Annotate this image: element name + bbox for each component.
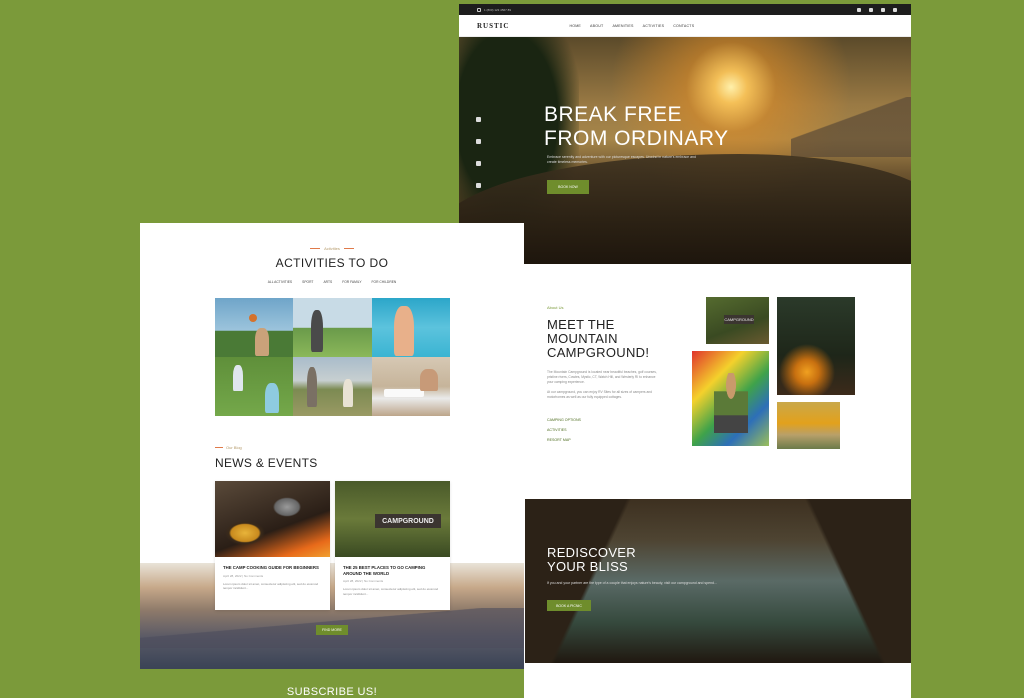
phone-icon — [477, 7, 481, 12]
facebook-icon[interactable] — [857, 7, 861, 12]
facebook-icon[interactable] — [476, 117, 481, 122]
campground-sign: CAMPGROUND — [724, 315, 754, 324]
twitter-icon[interactable] — [476, 139, 481, 144]
gallery-item-hiking[interactable] — [293, 298, 372, 357]
hero-text: Embrace serenity and adventure with our … — [547, 155, 696, 164]
youtube-icon[interactable] — [476, 183, 481, 188]
instagram-icon[interactable] — [476, 161, 481, 166]
instagram-icon[interactable] — [881, 7, 885, 12]
blog-card[interactable]: CAMPGROUND THE 25 BEST PLACES TO GO CAMP… — [335, 481, 450, 610]
nav-contacts[interactable]: CONTACTS — [673, 24, 694, 28]
activity-filters: ALL ACTIVITIES SPORT ARTS FOR FAMILY FOR… — [140, 280, 524, 284]
activities-gallery — [215, 298, 450, 416]
activities-eyebrow-text: Activities — [324, 246, 340, 251]
about-text: The Mountain Campground is located near … — [547, 370, 662, 400]
girl-figure — [265, 383, 279, 413]
child-figure — [233, 365, 243, 391]
blog-card-title[interactable]: THE 25 BEST PLACES TO GO CAMPING AROUND … — [343, 565, 442, 576]
player-figure — [343, 379, 354, 407]
twitter-icon[interactable] — [869, 7, 873, 12]
gallery-item-swimming[interactable] — [371, 298, 450, 357]
guitar-camper-photo — [692, 351, 769, 446]
bliss-section: REDISCOVER YOUR BLISS If you and your pa… — [525, 499, 911, 663]
blog-title: NEWS & EVENTS — [215, 456, 318, 470]
camp-cooking-image — [215, 481, 330, 557]
nav-about[interactable]: ABOUT — [590, 24, 603, 28]
subscribe-title: SUBSCRIBE US! — [286, 686, 378, 698]
hero-title: BREAK FREE FROM ORDINARY — [544, 103, 729, 150]
gallery-item-croquet[interactable] — [293, 357, 372, 416]
player-figure — [255, 328, 269, 356]
nav-activities[interactable]: ACTIVITIES — [643, 24, 665, 28]
blog-card-date: April 28, 2022 | No Comments — [223, 573, 264, 578]
find-more-button[interactable]: FIND MORE — [316, 625, 348, 635]
bliss-text: If you and your partner are the type of … — [547, 581, 717, 585]
blog-card-excerpt: Lorem ipsum dolor sit amet, consectetur … — [223, 581, 319, 591]
campground-sign-image: CAMPGROUND — [335, 481, 450, 557]
hero-socials — [476, 117, 481, 188]
camper-figure — [714, 373, 748, 433]
about-links: CAMPING OPTIONS ACTIVITIES RESORT MAP — [547, 418, 581, 442]
campfire-tent-photo — [777, 297, 855, 395]
link-camping-options[interactable]: CAMPING OPTIONS — [547, 418, 581, 422]
logo[interactable]: RUSTIC — [477, 22, 509, 30]
about-paragraph: The Mountain Campground is located near … — [547, 370, 657, 384]
nav-amenities[interactable]: AMENITIES — [612, 24, 633, 28]
gallery-item-basketball[interactable] — [215, 298, 294, 357]
link-activities[interactable]: ACTIVITIES — [547, 428, 581, 432]
blog-card-excerpt: Lorem ipsum dolor sit amet, consectetur … — [343, 587, 439, 596]
phone-number: 1 (800) 123 4567 89 — [484, 7, 512, 12]
activities-eyebrow: Activities — [140, 246, 524, 251]
campground-sign-photo: CAMPGROUND — [706, 297, 769, 344]
campground-sign: CAMPGROUND — [375, 514, 441, 528]
about-paragraph: At our campground, you can enjoy RV Site… — [547, 390, 652, 399]
blog-eyebrow: Our Blog — [215, 445, 242, 450]
topbar-socials — [857, 7, 897, 12]
autumn-trees-photo — [777, 402, 840, 449]
blog-card-title[interactable]: THE CAMP COOKING GUIDE FOR BEGINNERS — [223, 565, 322, 571]
subscribe-section: SUBSCRIBE US! — [140, 669, 524, 698]
top-bar: 1 (800) 123 4567 89 — [459, 4, 911, 15]
player-figure — [307, 367, 318, 407]
filter-sport[interactable]: SPORT — [302, 280, 313, 284]
youtube-icon[interactable] — [893, 7, 897, 12]
main-navbar: RUSTIC HOME ABOUT AMENITIES ACTIVITIES C… — [459, 15, 911, 37]
blog-card[interactable]: THE CAMP COOKING GUIDE FOR BEGINNERS Apr… — [215, 481, 330, 610]
activities-title: ACTIVITIES TO DO — [275, 256, 389, 270]
hero-section: BREAK FREE FROM ORDINARY Embrace serenit… — [459, 37, 911, 264]
phone-contact[interactable]: 1 (800) 123 4567 89 — [477, 7, 512, 12]
filter-all-activities[interactable]: ALL ACTIVITIES — [268, 280, 292, 284]
blog-card-date: April 28, 2022 | No Comments — [343, 579, 384, 583]
ball-figure — [249, 314, 257, 322]
about-section: About Us MEET THE MOUNTAIN CAMPGROUND! T… — [459, 264, 911, 499]
home-page: 1 (800) 123 4567 89 RUSTIC HOME ABOUT AM… — [459, 4, 911, 698]
filter-arts[interactable]: ARTS — [323, 280, 332, 284]
gallery-item-family-play[interactable] — [215, 357, 294, 416]
swimmer-figure — [393, 306, 414, 356]
book-picnic-button[interactable]: BOOK A PICNIC — [547, 600, 591, 611]
book-now-button[interactable]: BOOK NOW — [547, 180, 589, 194]
activities-page: Activities ACTIVITIES TO DO ALL ACTIVITI… — [140, 223, 524, 698]
filter-for-family[interactable]: FOR FAMILY — [342, 280, 361, 284]
lounger-figure — [383, 389, 424, 397]
about-title: MEET THE MOUNTAIN CAMPGROUND! — [547, 317, 650, 360]
about-eyebrow: About Us — [547, 305, 564, 310]
hiker-figure — [311, 310, 324, 352]
main-nav: HOME ABOUT AMENITIES ACTIVITIES CONTACTS — [569, 24, 694, 28]
gallery-item-sunbathing[interactable] — [371, 357, 450, 416]
link-resort-map[interactable]: RESORT MAP — [547, 438, 581, 442]
hero-mountain-image — [791, 97, 911, 157]
bliss-title: REDISCOVER YOUR BLISS — [547, 545, 636, 574]
nav-home[interactable]: HOME — [569, 24, 581, 28]
person-figure — [419, 369, 438, 391]
filter-for-children[interactable]: FOR CHILDREN — [372, 280, 397, 284]
